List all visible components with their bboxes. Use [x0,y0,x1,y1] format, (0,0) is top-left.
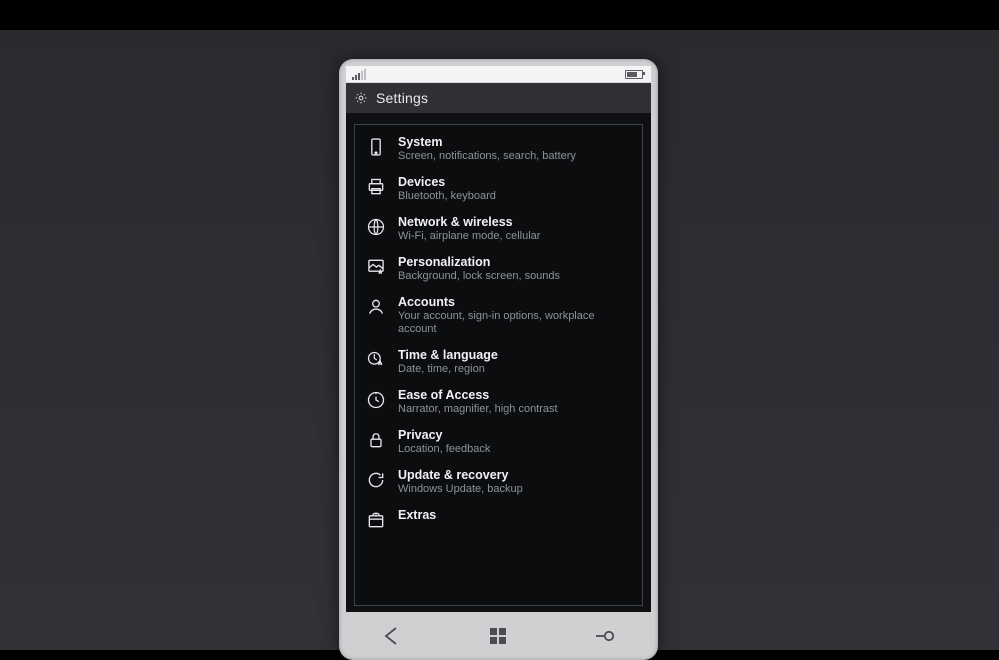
settings-item-desc: Background, lock screen, sounds [398,270,560,283]
settings-item-title: Update & recovery [398,468,523,482]
person-icon [365,296,387,318]
settings-item-desc: Wi-Fi, airplane mode, cellular [398,230,540,243]
settings-item-ease-of-access[interactable]: Ease of AccessNarrator, magnifier, high … [355,384,642,424]
globe-icon [365,216,387,238]
settings-item-labels: PrivacyLocation, feedback [398,428,490,456]
settings-list: SystemScreen, notifications, search, bat… [354,124,643,606]
settings-item-labels: Extras [398,508,436,522]
settings-item-desc: Windows Update, backup [398,483,523,496]
settings-item-labels: SystemScreen, notifications, search, bat… [398,135,576,163]
time-language-icon [365,349,387,371]
lock-icon [365,429,387,451]
settings-item-labels: DevicesBluetooth, keyboard [398,175,496,203]
settings-item-labels: AccountsYour account, sign-in options, w… [398,295,632,336]
settings-item-title: Devices [398,175,496,189]
settings-item-personalization[interactable]: PersonalizationBackground, lock screen, … [355,251,642,291]
settings-item-labels: Ease of AccessNarrator, magnifier, high … [398,388,558,416]
settings-item-title: Accounts [398,295,632,309]
settings-item-labels: Update & recoveryWindows Update, backup [398,468,523,496]
settings-item-extras[interactable]: Extras [355,504,642,539]
battery-icon [625,70,643,79]
settings-item-desc: Bluetooth, keyboard [398,190,496,203]
settings-item-desc: Date, time, region [398,363,498,376]
settings-item-labels: Time & languageDate, time, region [398,348,498,376]
settings-item-title: Ease of Access [398,388,558,402]
update-icon [365,469,387,491]
settings-item-title: Privacy [398,428,490,442]
settings-item-title: Time & language [398,348,498,362]
back-button[interactable] [380,624,404,648]
search-button[interactable] [593,624,617,648]
personalization-icon [365,256,387,278]
settings-item-labels: Network & wirelessWi-Fi, airplane mode, … [398,215,540,243]
phone-nav-bar [339,612,658,660]
settings-item-title: Extras [398,508,436,522]
settings-item-desc: Your account, sign-in options, workplace… [398,310,632,335]
status-bar [346,66,651,83]
settings-item-desc: Narrator, magnifier, high contrast [398,403,558,416]
settings-item-title: System [398,135,576,149]
settings-item-privacy[interactable]: PrivacyLocation, feedback [355,424,642,464]
printer-icon [365,176,387,198]
phone-device-frame: Settings SystemScreen, notifications, se… [339,59,658,660]
settings-item-accounts[interactable]: AccountsYour account, sign-in options, w… [355,291,642,344]
settings-item-title: Network & wireless [398,215,540,229]
signal-strength-icon [352,69,366,80]
page-title: Settings [376,90,428,106]
extras-icon [365,509,387,531]
settings-item-desc: Location, feedback [398,443,490,456]
settings-item-title: Personalization [398,255,560,269]
windows-home-button[interactable] [486,624,510,648]
settings-item-devices[interactable]: DevicesBluetooth, keyboard [355,171,642,211]
settings-item-labels: PersonalizationBackground, lock screen, … [398,255,560,283]
presentation-backdrop: Settings SystemScreen, notifications, se… [0,30,999,650]
phone-screen: Settings SystemScreen, notifications, se… [346,66,651,612]
settings-item-time-language[interactable]: Time & languageDate, time, region [355,344,642,384]
settings-item-network-wireless[interactable]: Network & wirelessWi-Fi, airplane mode, … [355,211,642,251]
gear-icon [354,91,368,105]
ease-of-access-icon [365,389,387,411]
settings-item-desc: Screen, notifications, search, battery [398,150,576,163]
settings-header: Settings [346,83,651,113]
settings-item-update-recovery[interactable]: Update & recoveryWindows Update, backup [355,464,642,504]
phone-portrait-icon [365,136,387,158]
settings-item-system[interactable]: SystemScreen, notifications, search, bat… [355,131,642,171]
